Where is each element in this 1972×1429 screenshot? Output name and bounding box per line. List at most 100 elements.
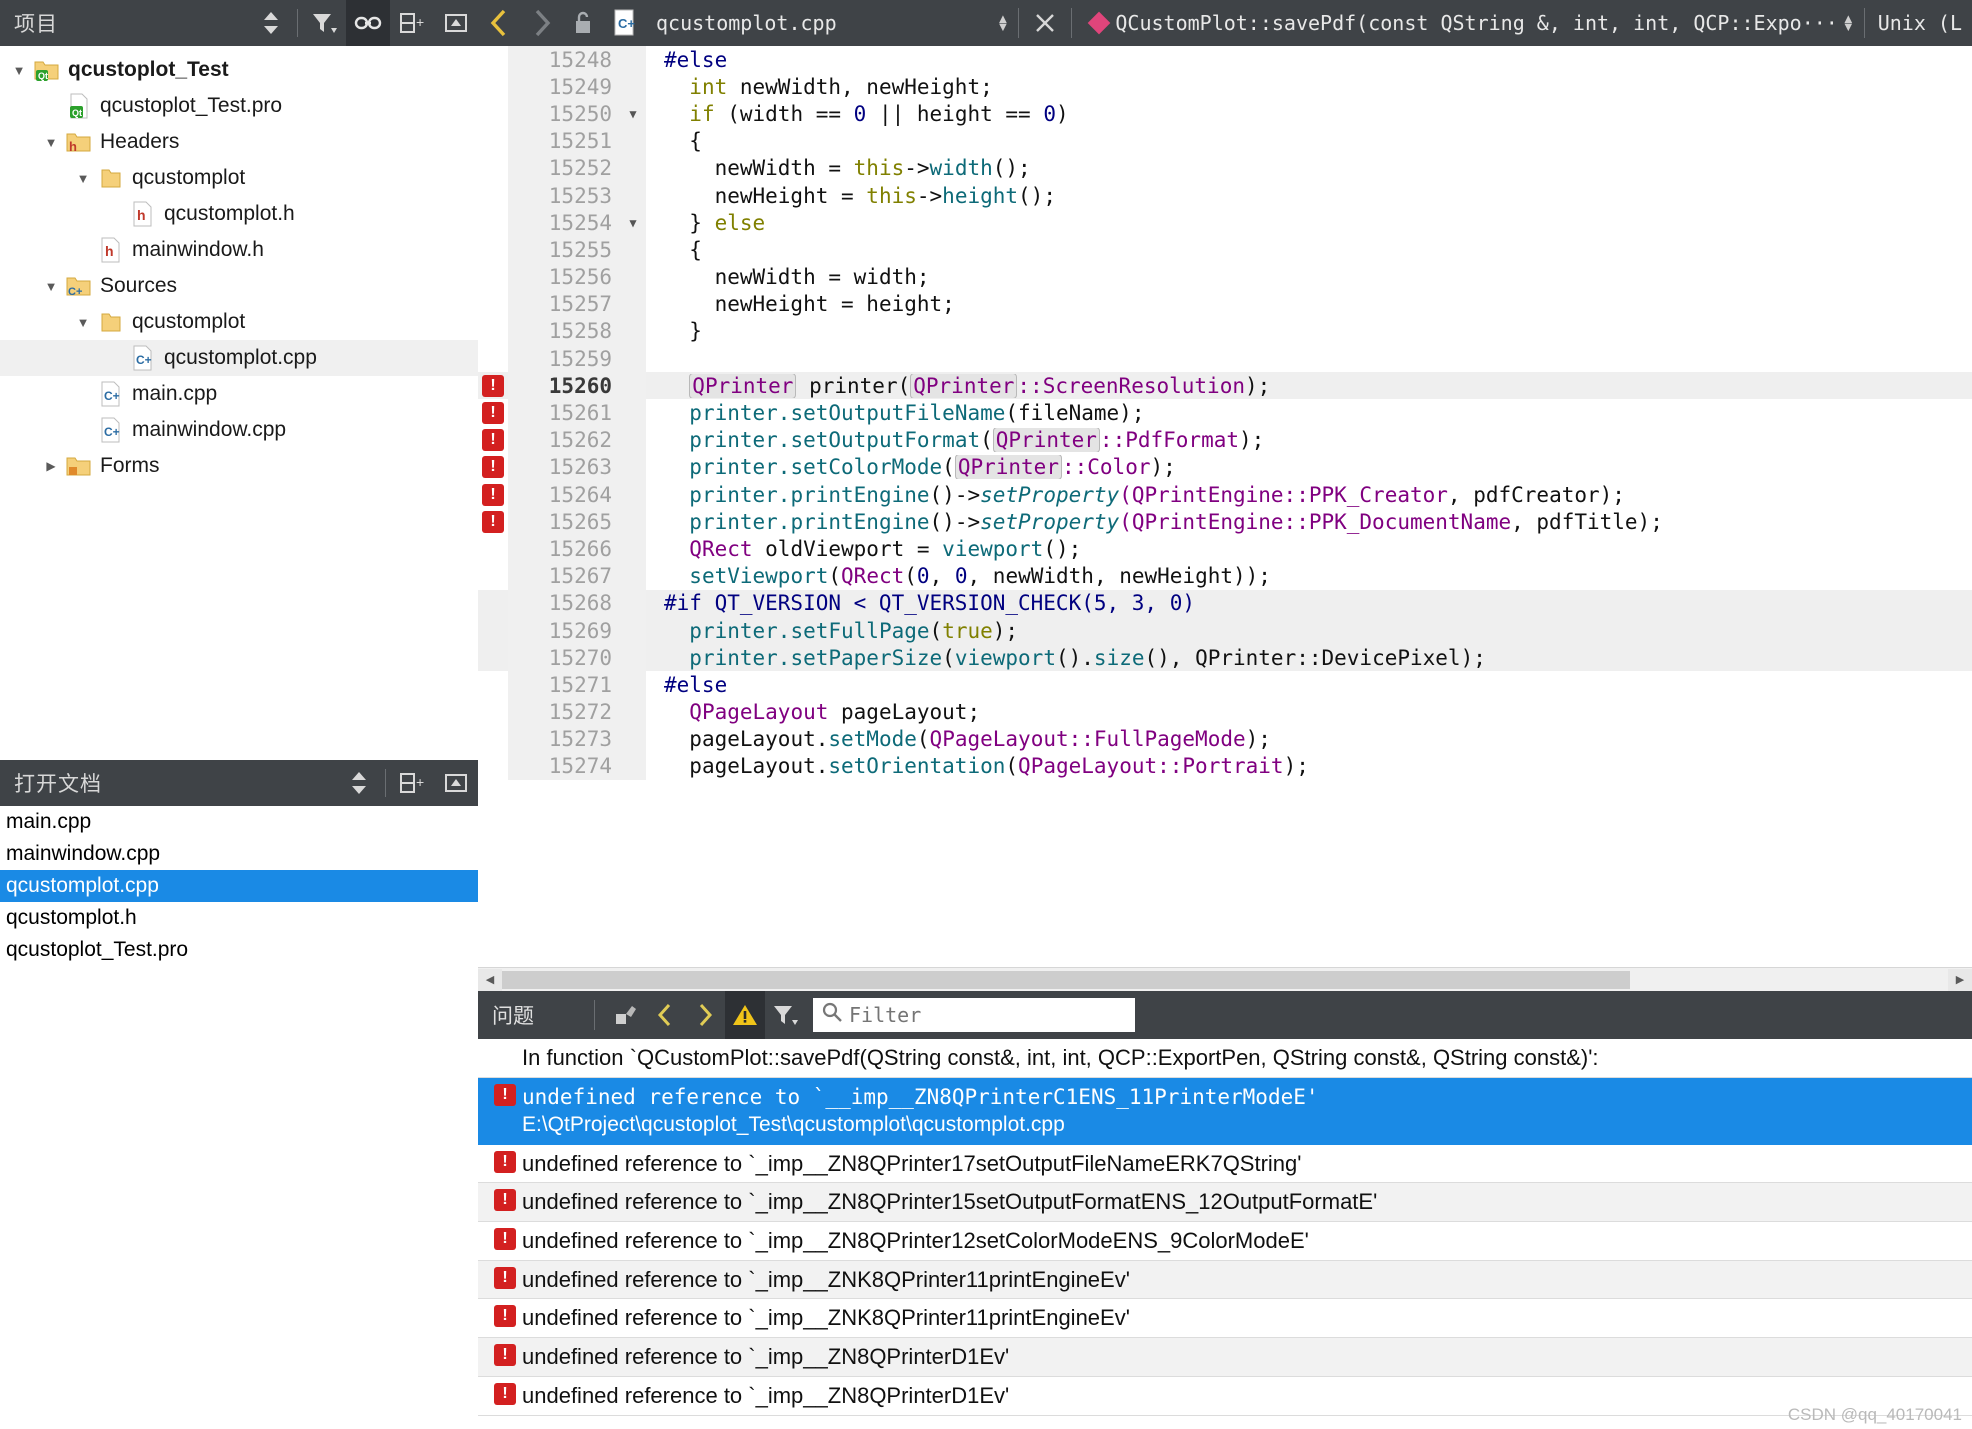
tree-item-qcustomplot[interactable]: qcustomplot: [0, 160, 478, 196]
code-line[interactable]: 15273 pageLayout.setMode(QPageLayout::Fu…: [478, 725, 1972, 753]
chevron-right-icon[interactable]: [38, 459, 64, 473]
collapse-icon[interactable]: [434, 0, 478, 46]
code-line[interactable]: ! 15260 QPrinter printer(QPrinter::Screen…: [478, 372, 1972, 400]
issue-row[interactable]: ! undefined reference to `_imp__ZN8QPrint…: [478, 1377, 1972, 1416]
tree-item-mainwindow-h[interactable]: h mainwindow.h: [0, 232, 478, 268]
code-line[interactable]: 15274 pageLayout.setOrientation(QPageLay…: [478, 752, 1972, 781]
chevron-down-icon[interactable]: [38, 135, 64, 150]
code-line[interactable]: 15248 #else: [478, 46, 1972, 74]
code-scroll-region[interactable]: 15248 #else 15249 int newWidth, newHeight;…: [478, 46, 1972, 967]
line-ending-selector[interactable]: Unix (L: [1870, 11, 1972, 35]
close-icon[interactable]: [1024, 0, 1066, 46]
code-line[interactable]: 15270 printer.setPaperSize(viewport().si…: [478, 644, 1972, 672]
tree-item-main-cpp[interactable]: C+ main.cpp: [0, 376, 478, 412]
chevron-down-icon[interactable]: [70, 315, 96, 330]
scroll-left-arrow[interactable]: ◀: [478, 968, 502, 991]
clear-icon[interactable]: [605, 991, 645, 1039]
code-editor[interactable]: 15248 #else 15249 int newWidth, newHeight;…: [478, 46, 1972, 991]
error-marker-icon[interactable]: !: [478, 483, 508, 506]
error-marker-icon[interactable]: !: [478, 374, 508, 397]
code-line[interactable]: 15269 printer.setFullPage(true);: [478, 616, 1972, 645]
code-line[interactable]: 15258 }: [478, 317, 1972, 346]
warning-filter-icon[interactable]: [725, 991, 765, 1039]
code-line[interactable]: 15267 setViewport(QRect(0, 0, newWidth, …: [478, 562, 1972, 590]
code-line[interactable]: 15254 ▼ } else: [478, 209, 1972, 237]
file-combo-spinner[interactable]: ▲ ▼: [992, 12, 1013, 33]
issue-row[interactable]: ! undefined reference to `__imp__ZN8QPrin…: [478, 1077, 1972, 1145]
editor-filename[interactable]: qcustomplot.cpp: [646, 11, 837, 35]
link-icon[interactable]: [346, 0, 390, 46]
error-marker-icon[interactable]: !: [478, 456, 508, 479]
code-line[interactable]: 15249 int newWidth, newHeight;: [478, 73, 1972, 101]
chevron-down-icon[interactable]: [6, 63, 32, 78]
open-document-item[interactable]: mainwindow.cpp: [0, 838, 478, 870]
issues-filter-box[interactable]: [813, 998, 1135, 1032]
issue-row[interactable]: ! undefined reference to `_imp__ZN8QPrint…: [478, 1145, 1972, 1184]
issue-row[interactable]: ! undefined reference to `_imp__ZN8QPrint…: [478, 1222, 1972, 1261]
issue-row[interactable]: ! undefined reference to `_imp__ZNK8QPrin…: [478, 1299, 1972, 1339]
tree-item-forms[interactable]: Forms: [0, 448, 478, 484]
code-line[interactable]: 15251 {: [478, 127, 1972, 155]
code-lines-container[interactable]: 15248 #else 15249 int newWidth, newHeight;…: [478, 46, 1972, 967]
issue-row[interactable]: ! undefined reference to `_imp__ZN8QPrint…: [478, 1183, 1972, 1223]
code-line[interactable]: ! 15263 printer.setColorMode(QPrinter::Co…: [478, 453, 1972, 481]
open-documents-list[interactable]: main.cpp mainwindow.cpp qcustomplot.cpp qcu…: [0, 806, 478, 966]
issues-filter-input[interactable]: [843, 1003, 1135, 1027]
code-line[interactable]: 15255 {: [478, 236, 1972, 264]
hscroll-thumb[interactable]: [502, 970, 1630, 989]
error-marker-icon[interactable]: !: [478, 402, 508, 425]
hscroll-track[interactable]: [502, 968, 1948, 991]
code-line[interactable]: 15259: [478, 345, 1972, 373]
collapse-icon[interactable]: [434, 760, 478, 806]
issue-row[interactable]: ! undefined reference to `_imp__ZN8QPrint…: [478, 1338, 1972, 1377]
sync-arrows-icon[interactable]: [337, 760, 381, 806]
fold-toggle-icon[interactable]: ▼: [620, 100, 646, 128]
issues-list[interactable]: In function `QCustomPlot::savePdf(QStrin…: [478, 1039, 1972, 1429]
chevron-down-icon[interactable]: [70, 171, 96, 186]
tree-item-qcustomplot-cpp[interactable]: C+ qcustomplot.cpp: [0, 340, 478, 376]
error-marker-icon[interactable]: !: [478, 429, 508, 452]
open-document-item[interactable]: main.cpp: [0, 806, 478, 838]
tree-item-qcustomplot[interactable]: qcustomplot: [0, 304, 478, 340]
chevron-left-icon[interactable]: [478, 0, 520, 46]
filter-icon[interactable]: [765, 991, 805, 1039]
code-line[interactable]: 15250 ▼ if (width == 0 || height == 0): [478, 100, 1972, 128]
tree-item-qcustomplot-h[interactable]: h qcustomplot.h: [0, 196, 478, 232]
editor-horizontal-scrollbar[interactable]: ◀ ▶: [478, 967, 1972, 991]
scroll-right-arrow[interactable]: ▶: [1948, 968, 1972, 991]
tree-item-qcustoplot-test[interactable]: Qt qcustoplot_Test: [0, 52, 478, 88]
chevron-down-icon[interactable]: [38, 279, 64, 294]
issue-row[interactable]: ! undefined reference to `_imp__ZNK8QPrin…: [478, 1260, 1972, 1300]
symbol-combo-spinner[interactable]: ▲ ▼: [1838, 12, 1859, 33]
code-line[interactable]: 15257 newHeight = height;: [478, 290, 1972, 318]
prev-issue-icon[interactable]: [645, 991, 685, 1039]
fold-toggle-icon[interactable]: ▼: [620, 209, 646, 237]
next-issue-icon[interactable]: [685, 991, 725, 1039]
split-add-icon[interactable]: +: [390, 760, 434, 806]
open-document-item[interactable]: qcustomplot.cpp: [0, 870, 478, 902]
split-add-icon[interactable]: +: [390, 0, 434, 46]
unlocked-icon[interactable]: [562, 0, 604, 46]
symbol-selector[interactable]: QCustomPlot::savePdf(const QString &, in…: [1107, 11, 1837, 35]
code-line[interactable]: 15271 #else: [478, 671, 1972, 699]
code-line[interactable]: 15268 #if QT_VERSION < QT_VERSION_CHECK(5…: [478, 589, 1972, 617]
code-line[interactable]: 15266 QRect oldViewport = viewport();: [478, 535, 1972, 563]
code-line[interactable]: ! 15261 printer.setOutputFileName(fileNam…: [478, 399, 1972, 427]
code-line[interactable]: 15253 newHeight = this->height();: [478, 181, 1972, 210]
open-document-item[interactable]: qcustomplot.h: [0, 902, 478, 934]
filter-icon[interactable]: [302, 0, 346, 46]
tree-item-mainwindow-cpp[interactable]: C+ mainwindow.cpp: [0, 412, 478, 448]
tree-item-sources[interactable]: C+ Sources: [0, 268, 478, 304]
code-line[interactable]: ! 15264 printer.printEngine()->setPropert…: [478, 481, 1972, 509]
sync-arrows-icon[interactable]: [249, 0, 293, 46]
issue-group-header[interactable]: In function `QCustomPlot::savePdf(QStrin…: [478, 1039, 1972, 1078]
chevron-right-icon[interactable]: [520, 0, 562, 46]
error-marker-icon[interactable]: !: [478, 510, 508, 533]
code-line[interactable]: 15252 newWidth = this->width();: [478, 154, 1972, 182]
tree-item-qcustoplot-test-pro[interactable]: Qt qcustoplot_Test.pro: [0, 88, 478, 124]
open-document-item[interactable]: qcustoplot_Test.pro: [0, 934, 478, 966]
code-line[interactable]: 15272 QPageLayout pageLayout;: [478, 698, 1972, 726]
code-line[interactable]: ! 15262 printer.setOutputFormat(QPrinter:…: [478, 426, 1972, 454]
code-line[interactable]: 15256 newWidth = width;: [478, 263, 1972, 291]
tree-item-headers[interactable]: h Headers: [0, 124, 478, 160]
